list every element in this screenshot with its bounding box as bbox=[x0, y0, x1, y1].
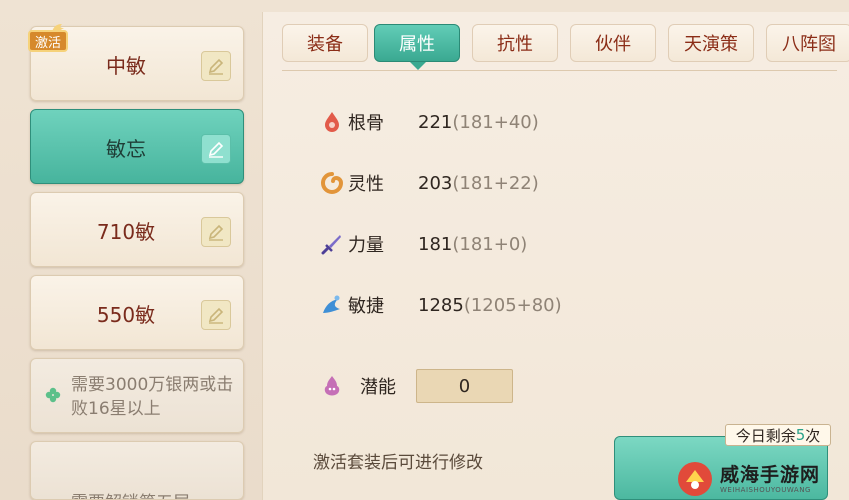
tab-resistance[interactable]: 抗性 bbox=[472, 24, 558, 62]
tab-tianyance[interactable]: 天演策 bbox=[668, 24, 754, 62]
slot-4-label: 550敏 bbox=[96, 303, 156, 327]
stat-breakdown: (181+40) bbox=[452, 111, 539, 133]
remaining-suffix: 次 bbox=[805, 426, 821, 445]
tab-bazhentu[interactable]: 八阵图 bbox=[766, 24, 849, 62]
site-watermark: 威海手游网 WEIHAISHOUYOUWANG bbox=[676, 458, 849, 500]
stat-row-lingxing: 灵性 203 (181+22) bbox=[320, 168, 640, 198]
edit-slot-2-button[interactable] bbox=[201, 134, 231, 164]
stat-value: 203 bbox=[418, 172, 453, 194]
stat-value: 1285 bbox=[418, 294, 464, 316]
edit-slot-3-button[interactable] bbox=[201, 217, 231, 247]
tab-label: 装备 bbox=[307, 34, 343, 55]
tab-scroll-right-icon[interactable]: › bbox=[818, 26, 836, 56]
tab-divider bbox=[282, 70, 837, 71]
wing-icon bbox=[52, 24, 64, 32]
slot-3-label: 710敏 bbox=[96, 220, 156, 244]
slot-5-unlock-requirement: 需要3000万银两或击败16星以上 bbox=[71, 374, 234, 419]
tab-label: 伙伴 bbox=[595, 34, 631, 55]
tab-bar: 装备 属性 抗性 伙伴 天演策 八阵图 bbox=[276, 24, 849, 64]
stat-breakdown: (1205+80) bbox=[463, 294, 562, 316]
slot-4[interactable]: 550敏 bbox=[30, 275, 244, 350]
activation-note: 激活套装后可进行修改 bbox=[313, 453, 483, 473]
edit-slot-4-button[interactable] bbox=[201, 300, 231, 330]
stat-row-gengu: 根骨 221 (181+40) bbox=[320, 107, 640, 137]
pencil-icon bbox=[208, 141, 224, 158]
drop-icon bbox=[325, 112, 339, 132]
activated-badge-label: 激活 bbox=[34, 35, 61, 51]
tab-label: 天演策 bbox=[684, 34, 738, 55]
swirl-icon bbox=[321, 172, 344, 194]
watermark-logo-icon bbox=[678, 462, 712, 496]
activated-badge: 激活 bbox=[28, 24, 68, 52]
slot-3[interactable]: 710敏 bbox=[30, 192, 244, 267]
wind-icon bbox=[323, 295, 340, 313]
slot-5-locked[interactable]: 需要3000万银两或击败16星以上 bbox=[30, 358, 244, 433]
stat-breakdown: (181+0) bbox=[452, 233, 528, 255]
watermark-title: 威海手游网 bbox=[720, 464, 821, 486]
slot-2[interactable]: 敏忘 bbox=[30, 109, 244, 184]
slot-6-locked[interactable]: 需要解锁第五层 bbox=[30, 441, 244, 500]
potential-value: 0 bbox=[416, 369, 513, 403]
stat-name: 力量 bbox=[348, 235, 384, 256]
pencil-icon bbox=[208, 58, 224, 75]
remaining-count: 5 bbox=[795, 426, 806, 444]
tab-label: 抗性 bbox=[497, 34, 533, 55]
stat-value: 181 bbox=[418, 233, 453, 255]
loadout-slot-list: 激活 中敏 敏忘 710敏 550敏 需要3000万银两或击败16星以上 需要解… bbox=[0, 0, 262, 500]
edit-slot-1-button[interactable] bbox=[201, 51, 231, 81]
remaining-count-badge: 今日剩余 5 次 bbox=[725, 424, 831, 446]
tab-equipment[interactable]: 装备 bbox=[282, 24, 368, 62]
stat-row-liliang: 力量 181 (181+0) bbox=[320, 229, 640, 259]
stat-value: 221 bbox=[418, 111, 453, 133]
stat-breakdown: (181+22) bbox=[452, 172, 539, 194]
sword-icon bbox=[321, 235, 341, 255]
stat-name: 根骨 bbox=[348, 113, 384, 134]
stat-name: 灵性 bbox=[348, 174, 384, 195]
tab-partner[interactable]: 伙伴 bbox=[570, 24, 656, 62]
tab-attributes[interactable]: 属性 bbox=[374, 24, 460, 62]
stat-row-minjie: 敏捷 1285 (1205+80) bbox=[320, 290, 640, 320]
pencil-icon bbox=[208, 224, 224, 241]
pencil-icon bbox=[208, 307, 224, 324]
active-tab-pointer bbox=[410, 62, 426, 70]
stat-name: 敏捷 bbox=[348, 296, 384, 317]
slot-2-label: 敏忘 bbox=[106, 137, 146, 161]
spirit-icon bbox=[324, 376, 340, 396]
remaining-prefix: 今日剩余 bbox=[735, 426, 796, 445]
watermark-subtitle: WEIHAISHOUYOUWANG bbox=[720, 486, 811, 494]
tab-label: 属性 bbox=[399, 34, 435, 55]
slot-6-unlock-requirement: 需要解锁第五层 bbox=[31, 456, 243, 499]
